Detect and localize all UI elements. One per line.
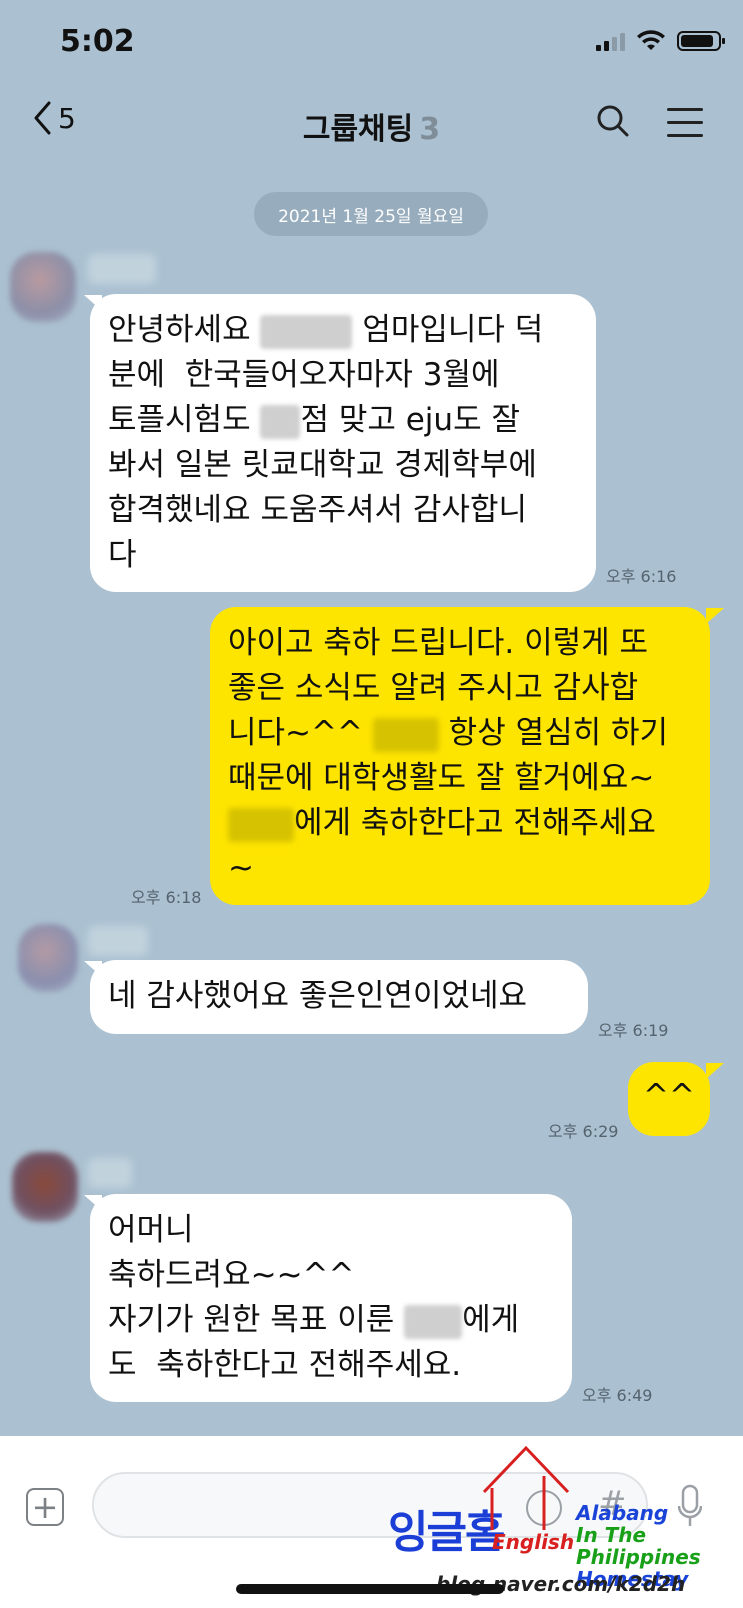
signal-icon xyxy=(596,31,625,51)
menu-button[interactable] xyxy=(667,108,703,147)
chat-title: 그룹채팅 3 xyxy=(0,104,743,148)
search-button[interactable] xyxy=(596,104,630,142)
sender-name-blurred xyxy=(88,926,148,956)
status-icons xyxy=(596,30,725,52)
home-indicator xyxy=(236,1584,504,1594)
avatar[interactable] xyxy=(12,1152,78,1222)
house-logo-icon xyxy=(482,1445,570,1530)
blurred-name xyxy=(260,314,353,349)
message-bubble-incoming[interactable]: 어머니 축하드려요~~^^ 자기가 원한 목표 이룬 에게 도 축하한다고 전해… xyxy=(90,1194,572,1402)
status-time: 5:02 xyxy=(60,24,135,59)
bubble-tail xyxy=(706,608,724,624)
message-bubble-outgoing[interactable]: 아이고 축하 드립니다. 이렇게 또 좋은 소식도 알려 주시고 감사합 니다~… xyxy=(210,607,710,905)
message-time: 오후 6:19 xyxy=(598,1021,669,1040)
plus-button[interactable]: + xyxy=(26,1488,64,1526)
blurred-name xyxy=(228,807,294,842)
wifi-icon xyxy=(637,30,665,50)
date-divider: 2021년 1월 25일 월요일 xyxy=(254,192,488,236)
plus-icon: + xyxy=(31,1488,59,1526)
member-count: 3 xyxy=(419,112,441,147)
battery-icon xyxy=(677,31,725,51)
chat-title-text: 그룹채팅 xyxy=(302,112,414,147)
message-bubble-incoming[interactable]: 네 감사했어요 좋은인연이었네요 xyxy=(90,960,588,1034)
sender-name-blurred xyxy=(88,1158,132,1188)
blurred-score xyxy=(260,404,301,439)
message-time: 오후 6:29 xyxy=(548,1122,619,1141)
message-bubble-incoming[interactable]: 안녕하세요 엄마입니다 덕 분에 한국들어오자마자 3월에 토플시험도 점 맞고… xyxy=(90,294,596,592)
message-bubble-outgoing[interactable]: ^^ xyxy=(628,1062,710,1136)
sender-name-blurred xyxy=(88,254,156,284)
blurred-name xyxy=(372,717,439,752)
avatar[interactable] xyxy=(10,252,76,322)
bubble-tail xyxy=(706,1063,724,1079)
blurred-name xyxy=(404,1304,463,1339)
watermark-english: English xyxy=(492,1530,575,1554)
avatar[interactable] xyxy=(18,924,78,992)
message-time: 오후 6:16 xyxy=(606,567,677,586)
message-time: 오후 6:18 xyxy=(131,888,202,907)
search-icon xyxy=(597,105,629,137)
menu-icon xyxy=(667,108,703,137)
message-time: 오후 6:49 xyxy=(582,1386,653,1405)
